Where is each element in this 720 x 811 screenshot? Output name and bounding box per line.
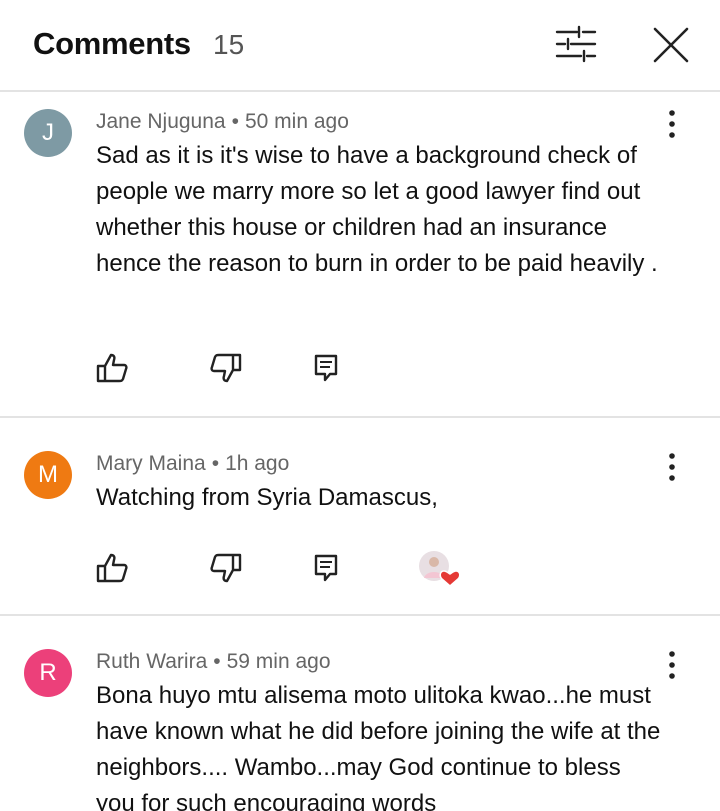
more-options-button[interactable] bbox=[660, 108, 684, 140]
avatar[interactable]: R bbox=[24, 649, 72, 697]
filter-button[interactable] bbox=[553, 24, 599, 64]
thumbs-down-icon bbox=[210, 553, 242, 583]
comment-author[interactable]: Jane Njuguna bbox=[96, 110, 226, 133]
comment-time: 50 min ago bbox=[244, 110, 349, 133]
close-button[interactable] bbox=[650, 24, 692, 66]
heart-icon bbox=[439, 570, 461, 587]
more-vertical-icon bbox=[669, 651, 675, 679]
avatar[interactable]: M bbox=[24, 451, 72, 499]
reply-button[interactable] bbox=[310, 352, 346, 384]
meta-separator: • bbox=[213, 650, 221, 673]
comment-author[interactable]: Ruth Warira bbox=[96, 650, 207, 673]
dislike-button[interactable] bbox=[207, 352, 243, 384]
comment-text: Watching from Syria Damascus, bbox=[96, 484, 438, 511]
thumbs-up-icon bbox=[96, 353, 128, 383]
dislike-button[interactable] bbox=[207, 552, 243, 584]
like-button[interactable] bbox=[95, 352, 131, 384]
comment-item: M Mary Maina • 1h ago Watching from Syria … bbox=[0, 418, 720, 614]
comment-time: 1h ago bbox=[225, 452, 290, 475]
avatar[interactable]: J bbox=[24, 109, 72, 157]
reply-icon bbox=[314, 554, 338, 582]
comment-text: Bona huyo mtu alisema moto ulitoka kwao.… bbox=[96, 682, 661, 811]
reply-button[interactable] bbox=[310, 552, 346, 584]
comment-time: 59 min ago bbox=[226, 650, 331, 673]
comments-header: Comments 15 bbox=[0, 0, 720, 92]
close-icon bbox=[653, 27, 689, 63]
comment-author[interactable]: Mary Maina bbox=[96, 452, 206, 475]
more-vertical-icon bbox=[669, 110, 675, 138]
thumbs-down-icon bbox=[210, 353, 242, 383]
comment-count: 15 bbox=[213, 29, 245, 60]
more-options-button[interactable] bbox=[660, 649, 684, 681]
comment-item: R Ruth Warira • 59 min ago Bona huyo mtu a… bbox=[0, 616, 720, 811]
comment-meta: Mary Maina • 1h ago bbox=[96, 452, 289, 476]
comment-text: Sad as it is it's wise to have a backgro… bbox=[96, 142, 658, 277]
reaction-indicator[interactable] bbox=[418, 548, 461, 588]
reply-icon bbox=[314, 354, 338, 382]
like-button[interactable] bbox=[95, 552, 131, 584]
comment-meta: Ruth Warira • 59 min ago bbox=[96, 650, 331, 674]
meta-separator: • bbox=[211, 452, 220, 475]
sliders-icon bbox=[555, 25, 597, 63]
comment-item: J Jane Njuguna • 50 min ago Sad as it is i… bbox=[0, 92, 720, 416]
more-options-button[interactable] bbox=[660, 451, 684, 483]
thumbs-up-icon bbox=[96, 553, 128, 583]
meta-separator: • bbox=[231, 110, 239, 133]
more-vertical-icon bbox=[669, 453, 675, 481]
comment-meta: Jane Njuguna • 50 min ago bbox=[96, 110, 349, 134]
page-title: Comments bbox=[33, 26, 191, 61]
